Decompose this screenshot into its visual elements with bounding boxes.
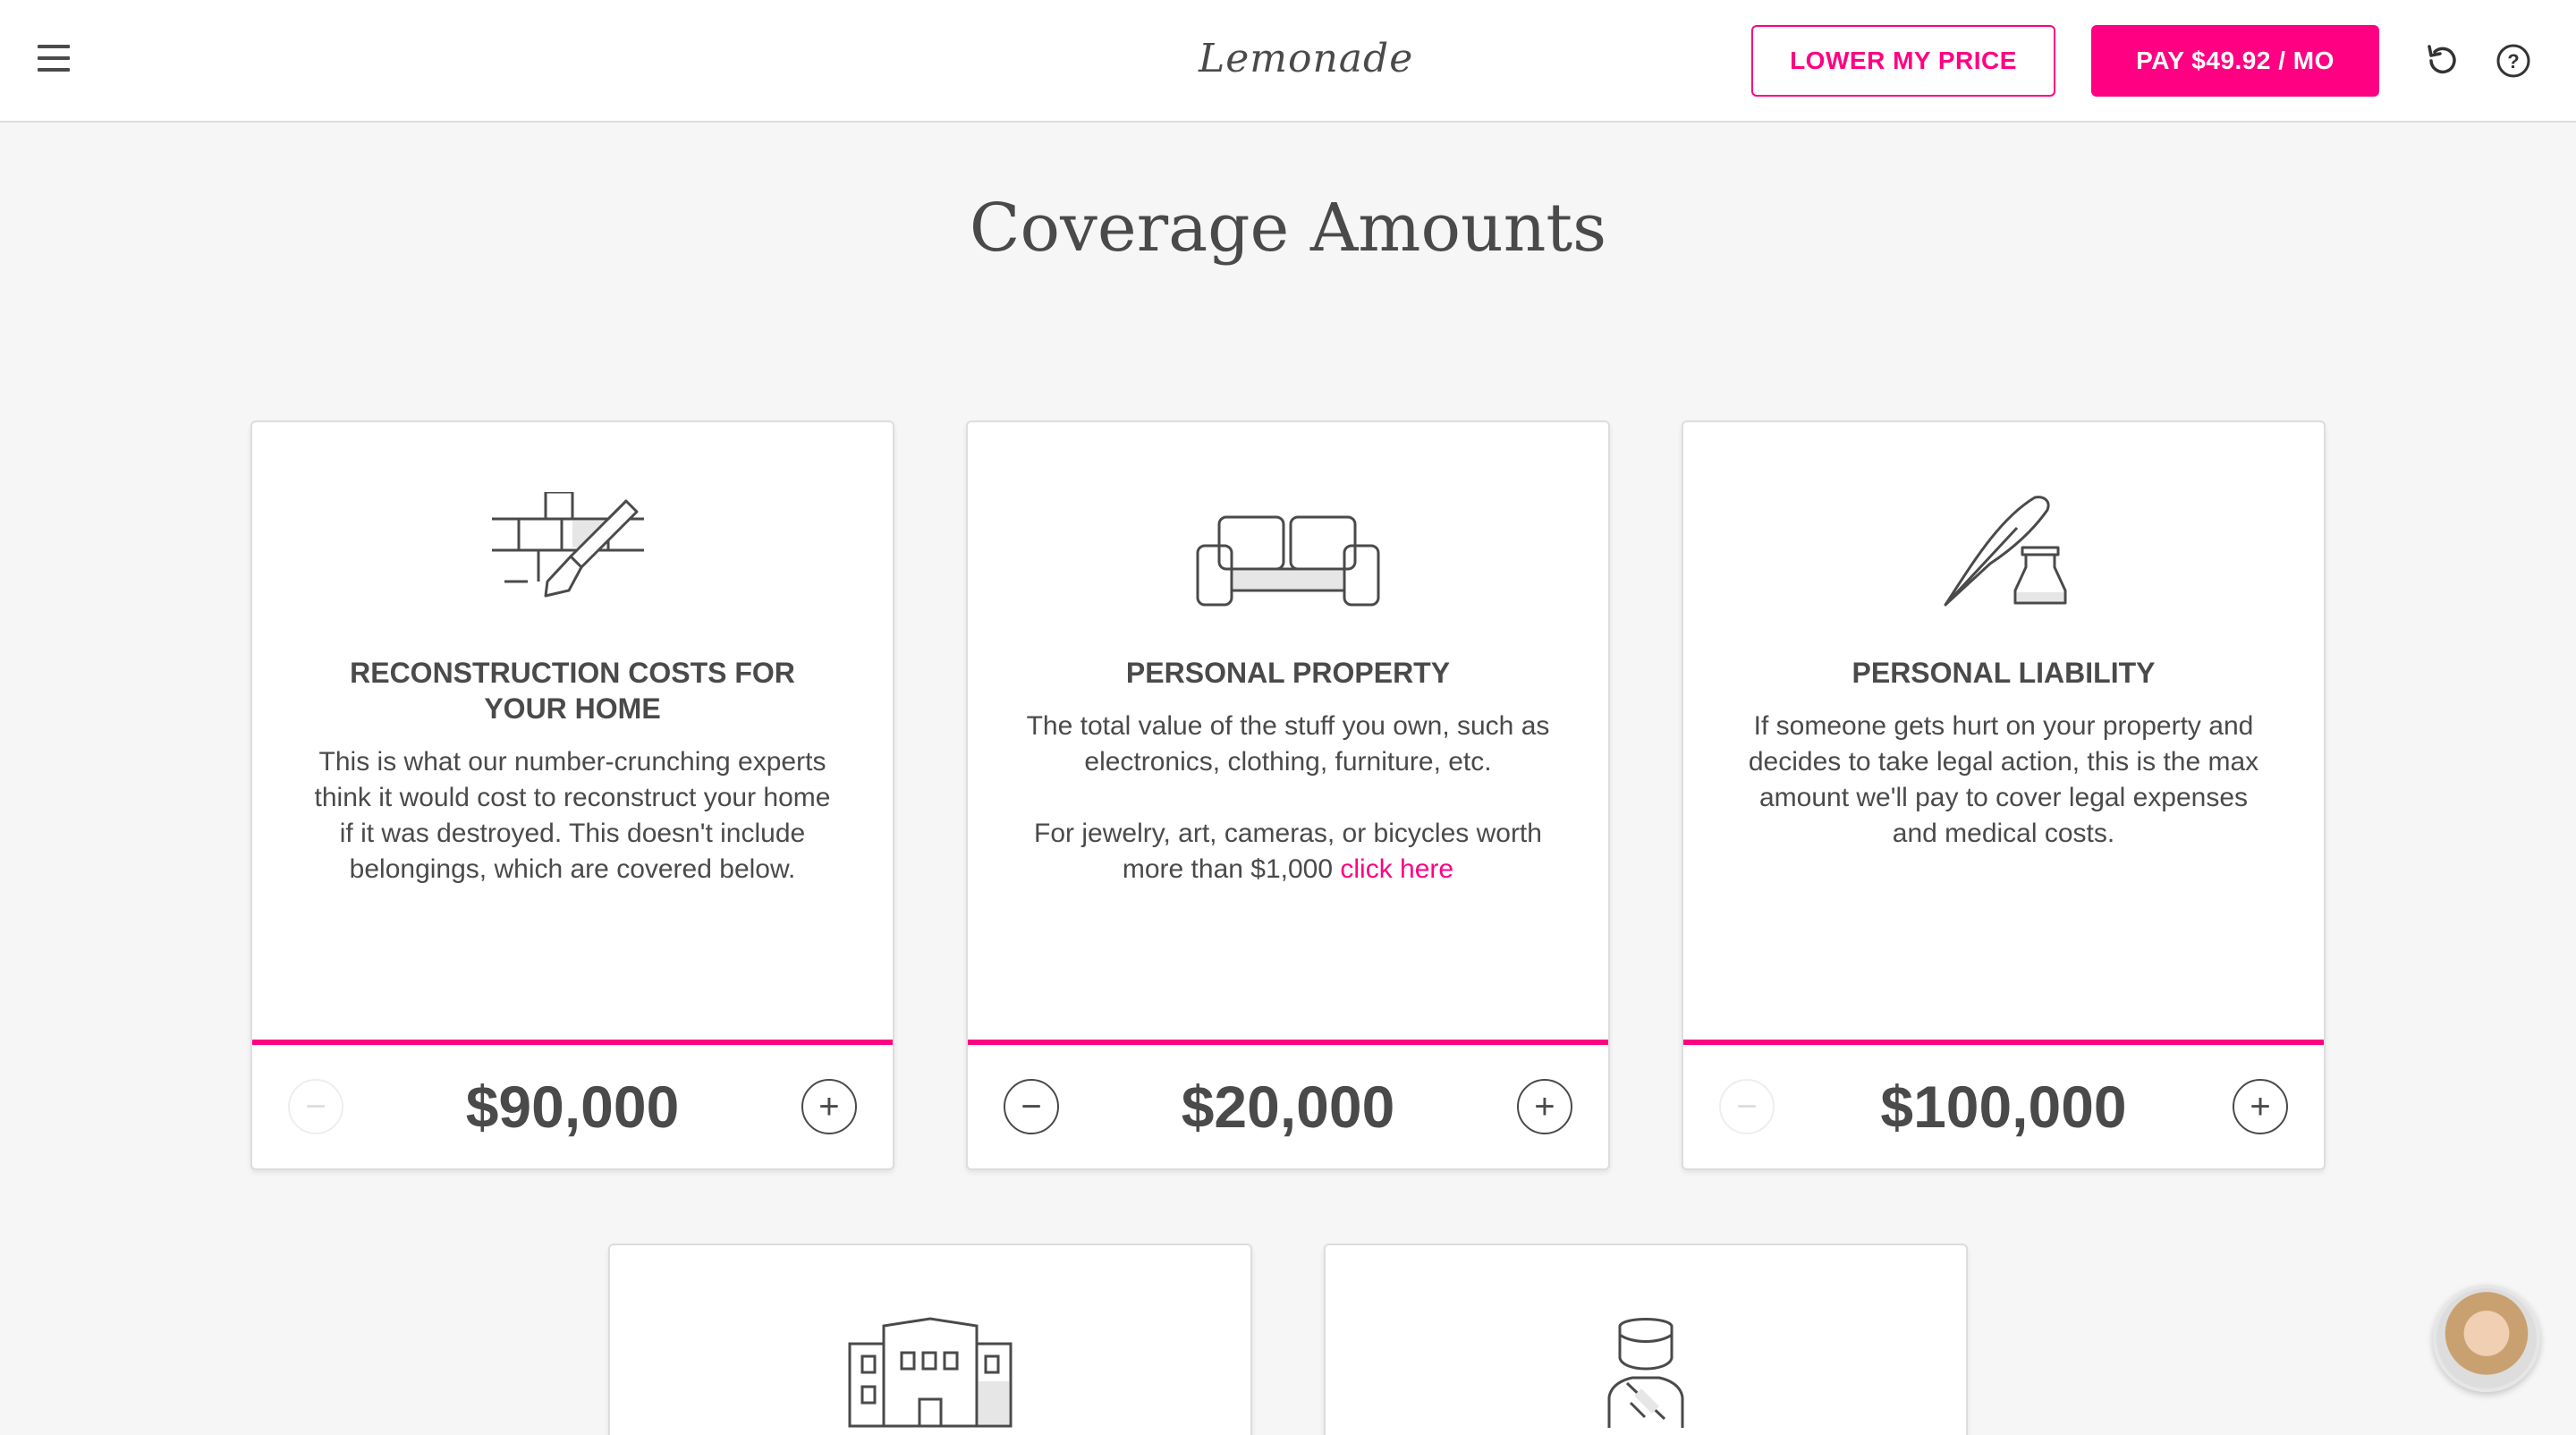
increase-button[interactable]: + xyxy=(801,1079,857,1134)
quill-inkwell-icon xyxy=(1944,496,2067,607)
menu-icon[interactable] xyxy=(38,45,70,75)
card-note: For jewelry, art, cameras, or bicycles w… xyxy=(1021,816,1555,887)
pay-button[interactable]: PAY $49.92 / MO xyxy=(2091,25,2379,97)
bricks-trowel-icon xyxy=(492,492,644,598)
personal-liability-card: PERSONAL LIABILITY If someone gets hurt … xyxy=(1682,420,2326,1170)
decrease-button[interactable]: − xyxy=(1719,1079,1775,1134)
help-icon[interactable]: ? xyxy=(2494,41,2533,81)
card-description: If someone gets hurt on your property an… xyxy=(1748,711,2259,848)
amount-stepper: − $20,000 + xyxy=(968,1045,1608,1168)
decrease-button[interactable]: − xyxy=(288,1079,343,1134)
injured-person-icon xyxy=(1607,1318,1684,1428)
medical-coverage-card xyxy=(1324,1244,1968,1435)
card-title: PERSONAL PROPERTY xyxy=(1125,657,1451,689)
amount-stepper: − $100,000 + xyxy=(1683,1045,2324,1168)
support-chat-avatar[interactable] xyxy=(2433,1285,2540,1392)
undo-icon[interactable] xyxy=(2422,41,2462,81)
increase-button[interactable]: + xyxy=(1516,1079,1572,1134)
sofa-icon xyxy=(1196,515,1380,607)
reconstruction-card: RECONSTRUCTION COSTS FOR YOUR HOME This … xyxy=(250,420,894,1170)
amount-stepper: − $90,000 + xyxy=(252,1045,893,1168)
building-icon xyxy=(848,1317,1013,1428)
card-description: This is what our number-crunching expert… xyxy=(314,747,831,884)
coverage-amount: $20,000 xyxy=(1181,1074,1395,1140)
top-bar: Lemonade LOWER MY PRICE PAY $49.92 / MO … xyxy=(0,0,2576,123)
building-coverage-card xyxy=(608,1244,1252,1435)
coverage-amount: $100,000 xyxy=(1880,1074,2127,1140)
click-here-link[interactable]: click here xyxy=(1340,854,1453,884)
jewelry-note: For jewelry, art, cameras, or bicycles w… xyxy=(1034,819,1542,884)
increase-button[interactable]: + xyxy=(2233,1079,2288,1134)
lower-my-price-button[interactable]: LOWER MY PRICE xyxy=(1751,25,2055,97)
personal-property-card: PERSONAL PROPERTY The total value of the… xyxy=(966,420,1610,1170)
coverage-amount: $90,000 xyxy=(465,1074,680,1140)
card-description: The total value of the stuff you own, su… xyxy=(1026,711,1550,777)
page-title: Coverage Amounts xyxy=(969,190,1607,267)
card-title: PERSONAL LIABILITY xyxy=(1852,657,2156,689)
card-title: RECONSTRUCTION COSTS FOR YOUR HOME xyxy=(350,657,795,725)
logo[interactable]: Lemonade xyxy=(1199,36,1412,81)
decrease-button[interactable]: − xyxy=(1004,1079,1059,1134)
svg-text:?: ? xyxy=(2507,50,2519,72)
